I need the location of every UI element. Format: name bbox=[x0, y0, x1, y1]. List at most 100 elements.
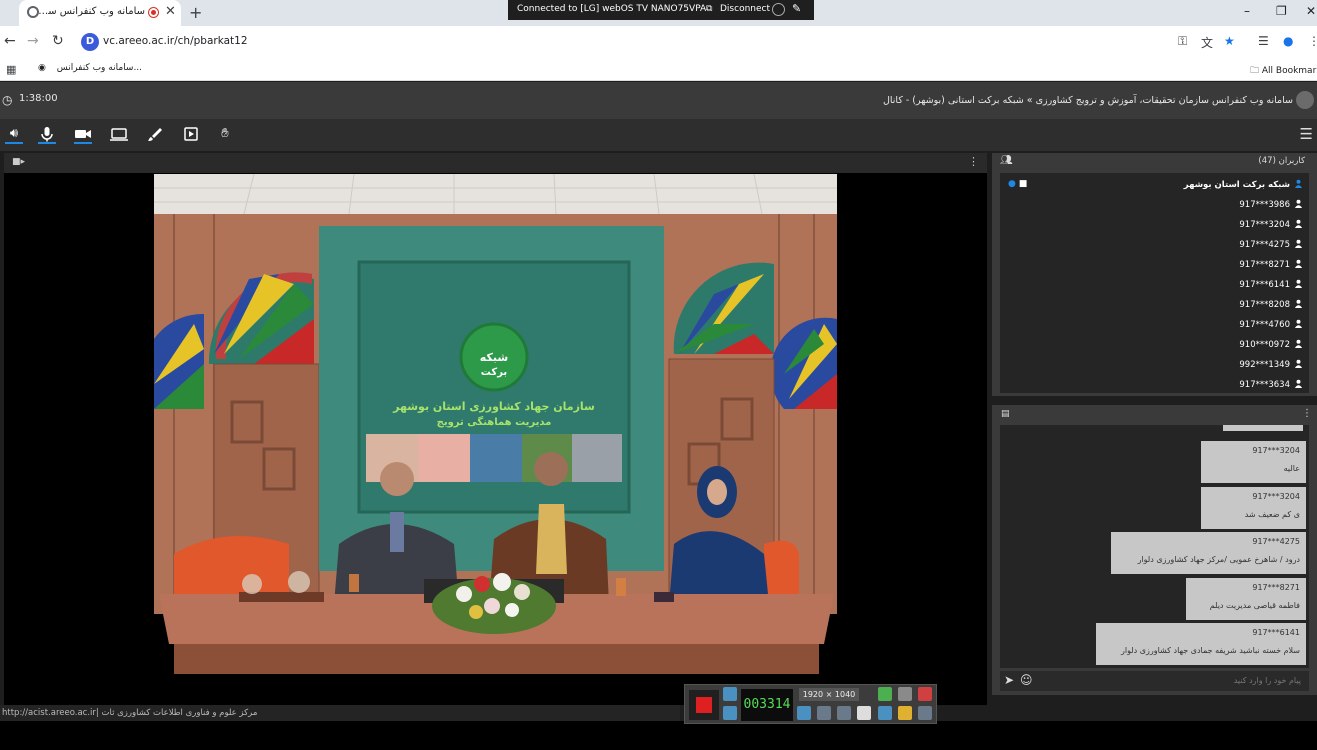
volume-icon[interactable] bbox=[797, 706, 811, 720]
sign-logo-line1: شبکه bbox=[480, 351, 508, 364]
user-list-item[interactable]: شبکه برکت استان بوشهر bbox=[1184, 179, 1303, 197]
cursor-icon[interactable] bbox=[857, 706, 871, 720]
host-mic-icon: ● bbox=[1008, 179, 1016, 189]
status-bar: http://acist.areeo.ac.ir| مرکز علوم و فن… bbox=[0, 705, 680, 721]
chat-input[interactable]: ➤ ☺ پیام خود را وارد کنید bbox=[1000, 671, 1309, 691]
chat-input-placeholder: پیام خود را وارد کنید bbox=[1233, 676, 1301, 685]
user-name: 917***4275 bbox=[1239, 240, 1290, 250]
browser-menu-icon[interactable]: ⋮ bbox=[1308, 34, 1317, 48]
site-info-icon[interactable]: D bbox=[81, 33, 99, 51]
page-title: سامانه وب کنفرانس سازمان تحقیقات، آموزش … bbox=[882, 95, 1293, 106]
user-name: 910***0972 bbox=[1239, 340, 1290, 350]
media-play-icon[interactable] bbox=[182, 126, 200, 144]
pin-icon[interactable]: ✎ bbox=[792, 2, 801, 15]
conference-toolbar: 🔊︎ ✋︎ ☰ bbox=[0, 119, 1317, 151]
user-list-item[interactable]: 910***0972 bbox=[1239, 339, 1303, 357]
bookmarks-bar: ▦ ◉ سامانه وب کنفرانس... 🗀 All Bookmarks bbox=[0, 58, 1317, 81]
webcam-icon[interactable] bbox=[837, 706, 851, 720]
record-camera-icon[interactable] bbox=[723, 687, 737, 701]
user-list-item[interactable]: 992***1349 bbox=[1239, 359, 1303, 377]
cast-stop-icon[interactable] bbox=[772, 3, 785, 16]
chat-messages: 917***3204 عالیه 917***3204 ی کم ضعیف شد 917… bbox=[1000, 425, 1309, 668]
emoji-icon[interactable]: ☺ bbox=[1020, 673, 1033, 687]
user-name: 917***3634 bbox=[1239, 380, 1290, 390]
maximize-icon[interactable]: ❐ bbox=[1276, 4, 1287, 18]
user-list-item[interactable]: 917***3986 bbox=[1239, 199, 1303, 217]
elapsed-time: 1:38:00 bbox=[19, 93, 58, 104]
microphone-icon[interactable] bbox=[38, 126, 56, 144]
apps-grid-icon[interactable]: ▦ bbox=[6, 63, 16, 76]
sign-text-line2: مدیریت هماهنگی ترویج bbox=[437, 415, 552, 428]
video-more-icon[interactable]: ⋮ bbox=[968, 155, 979, 168]
whiteboard-brush-icon[interactable] bbox=[146, 126, 164, 144]
chat-message: 917***3204 ی کم ضعیف شد bbox=[1201, 486, 1306, 529]
chat-message-user: 917***3204 bbox=[1252, 446, 1300, 455]
window-close-icon[interactable]: ✕ bbox=[1306, 4, 1316, 18]
chat-more-icon[interactable]: ⋮ bbox=[1302, 408, 1312, 419]
chat-message-user: 917***4275 bbox=[1252, 537, 1300, 546]
status-text: http://acist.areeo.ac.ir| مرکز علوم و فن… bbox=[2, 708, 258, 718]
user-name: 917***8208 bbox=[1239, 300, 1290, 310]
user-icon bbox=[1290, 239, 1303, 250]
stop-record-button[interactable] bbox=[689, 690, 719, 720]
screen-share-icon[interactable] bbox=[110, 126, 128, 144]
chat-message-text: عالیه bbox=[1283, 464, 1300, 473]
minimize-recorder-icon[interactable] bbox=[898, 687, 912, 701]
address-bar: ← → ↻ D vc.areeo.ac.ir/ch/pbarkat12 ⚿ 文 … bbox=[0, 26, 1317, 58]
screen-recorder-widget: 003314 1920 × 1040 bbox=[684, 684, 937, 724]
video-stream[interactable]: شبکه برکت سازمان جهاد کشاورزی استان بوشه… bbox=[154, 174, 837, 688]
send-icon[interactable]: ➤ bbox=[1004, 673, 1014, 687]
draw-icon[interactable] bbox=[878, 706, 892, 720]
chat-message-user: 917***8271 bbox=[1252, 582, 1300, 592]
user-list-item[interactable]: 917***4275 bbox=[1239, 239, 1303, 257]
user-list-item[interactable]: 917***6141 bbox=[1239, 279, 1303, 297]
hamburger-menu-icon[interactable]: ☰ bbox=[1300, 125, 1313, 143]
new-tab-icon[interactable]: + bbox=[189, 3, 202, 22]
chat-panel-header: ▤ ⋮ bbox=[992, 405, 1317, 425]
url-field[interactable]: D vc.areeo.ac.ir/ch/pbarkat12 bbox=[78, 30, 1188, 54]
window-mode-icon[interactable] bbox=[878, 687, 892, 701]
mic-icon[interactable] bbox=[817, 706, 831, 720]
camera-icon[interactable] bbox=[74, 126, 92, 144]
cast-disconnect-button[interactable]: Disconnect bbox=[720, 4, 770, 14]
user-icon bbox=[1290, 219, 1303, 230]
chat-message-text: ی کم ضعیف شد bbox=[1244, 509, 1300, 519]
users-group-icon: 👥︎ bbox=[1000, 155, 1013, 166]
user-list-item[interactable]: 917***8208 bbox=[1239, 299, 1303, 317]
users-panel-header: 👥︎ کاربران (47) bbox=[992, 153, 1317, 171]
bookmark-favicon-icon: ◉ bbox=[38, 63, 49, 73]
profile-icon[interactable]: ● bbox=[1283, 34, 1293, 48]
raise-hand-icon[interactable]: ✋︎ bbox=[216, 126, 234, 144]
settings-gear-icon[interactable] bbox=[918, 706, 932, 720]
speaker-icon[interactable]: 🔊︎ bbox=[5, 126, 23, 144]
pause-icon[interactable] bbox=[723, 706, 737, 720]
host-media-icons: ● ■ bbox=[1008, 179, 1027, 189]
user-list-item[interactable]: 917***8271 bbox=[1239, 259, 1303, 277]
bookmark-star-icon[interactable]: ★ bbox=[1224, 34, 1235, 48]
user-list-item[interactable]: 917***3204 bbox=[1239, 219, 1303, 237]
tab-close-icon[interactable]: ✕ bbox=[165, 4, 176, 19]
reading-list-icon[interactable]: ☰ bbox=[1258, 34, 1269, 48]
user-name: 917***6141 bbox=[1239, 280, 1290, 290]
reload-icon[interactable]: ↻ bbox=[52, 33, 64, 49]
translate-icon[interactable]: 文 bbox=[1201, 34, 1213, 51]
close-recorder-icon[interactable] bbox=[918, 687, 932, 701]
chat-message-text: سلام خسته نباشید شریفه جمادی جهاد کشاورز… bbox=[1120, 646, 1300, 655]
folder-icon[interactable] bbox=[898, 706, 912, 720]
host-camera-icon: ■ bbox=[1018, 179, 1028, 189]
bookmark-item[interactable]: ◉ سامانه وب کنفرانس... bbox=[38, 63, 142, 73]
forward-icon[interactable]: → bbox=[27, 33, 39, 49]
user-list-item[interactable]: 917***3634 bbox=[1239, 379, 1303, 393]
browser-tab[interactable]: سامانه وب کنفرانس سازمان ت ✕ bbox=[19, 0, 181, 26]
back-icon[interactable]: ← bbox=[4, 33, 16, 49]
minimize-icon[interactable]: – bbox=[1244, 4, 1250, 18]
sign-logo-line2: برکت bbox=[481, 367, 507, 378]
user-list-item[interactable]: 917***4760 bbox=[1239, 319, 1303, 337]
user-name: 917***4760 bbox=[1239, 320, 1290, 330]
record-timer: 003314 bbox=[741, 689, 793, 721]
chat-message-text: فاطمه قیاصی مدیریت دیلم bbox=[1209, 600, 1300, 610]
video-panel-header: ■▸ ⋮ bbox=[4, 153, 987, 173]
cast-bar: Connected to [LG] webOS TV NANO75VPA ⧉ D… bbox=[508, 0, 814, 20]
all-bookmarks-button[interactable]: 🗀 All Bookmarks bbox=[1250, 63, 1317, 79]
password-key-icon[interactable]: ⚿ bbox=[1178, 34, 1187, 49]
